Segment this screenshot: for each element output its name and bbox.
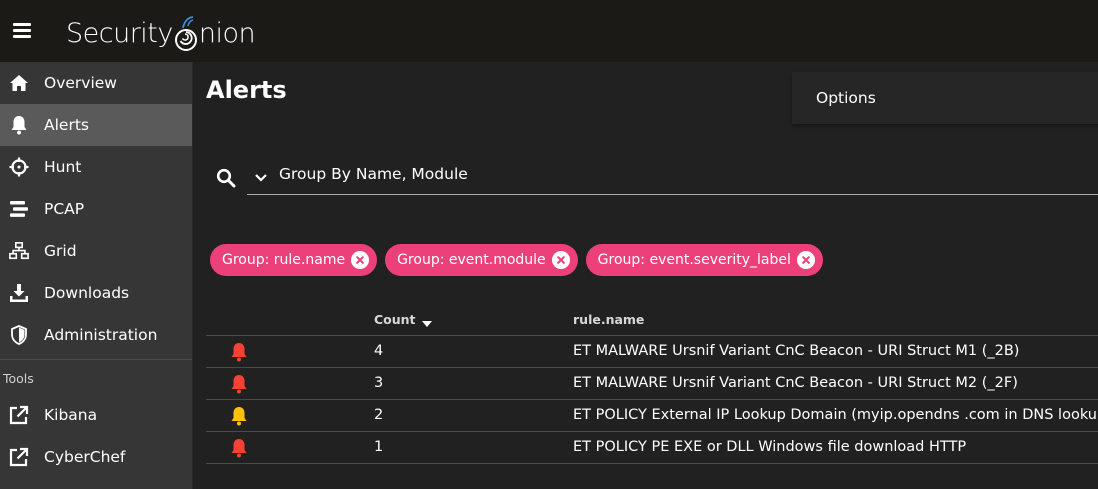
count-cell: 1 xyxy=(374,439,384,455)
chevron-down-icon[interactable] xyxy=(253,169,269,185)
rule-name-cell: ET MALWARE Ursnif Variant CnC Beacon - U… xyxy=(573,375,1018,391)
count-cell: 3 xyxy=(374,375,384,391)
stream-icon xyxy=(9,199,29,219)
page-title: Alerts xyxy=(206,76,287,104)
count-cell: 4 xyxy=(374,343,384,359)
chip-label: Group: event.module xyxy=(397,252,546,268)
count-cell: 2 xyxy=(374,407,384,423)
bell-icon[interactable] xyxy=(230,342,250,362)
home-icon xyxy=(9,73,29,93)
table-row[interactable]: 1 ET POLICY PE EXE or DLL Windows file d… xyxy=(206,432,1098,464)
alerts-table: Count rule.name 4 ET MALWARE Ursnif Vari… xyxy=(206,302,1098,464)
bell-icon xyxy=(9,115,29,135)
sidebar-item-overview[interactable]: Overview xyxy=(0,62,192,104)
sidebar-item-label: Downloads xyxy=(44,284,130,302)
external-link-icon xyxy=(9,405,29,425)
table-row[interactable]: 3 ET MALWARE Ursnif Variant CnC Beacon -… xyxy=(206,368,1098,400)
main-content: Alerts Options Group By Name, Module Gro… xyxy=(194,62,1098,489)
chip-label: Group: event.severity_label xyxy=(597,252,791,268)
security-onion-logo: Security nion xyxy=(66,8,256,54)
sidebar-item-label: Grid xyxy=(44,242,77,260)
sidebar-item-alerts[interactable]: Alerts xyxy=(0,104,192,146)
onion-logo-icon xyxy=(173,14,199,54)
bell-icon[interactable] xyxy=(230,438,250,458)
group-chip-severity-label[interactable]: Group: event.severity_label xyxy=(585,244,823,276)
sidebar-item-label: Hunt xyxy=(44,158,82,176)
bell-icon[interactable] xyxy=(230,406,250,426)
crosshairs-icon xyxy=(9,157,29,177)
download-icon xyxy=(9,283,29,303)
rule-name-cell: ET POLICY External IP Lookup Domain (myi… xyxy=(573,407,1098,423)
chip-label: Group: rule.name xyxy=(222,252,346,268)
rule-name-cell: ET MALWARE Ursnif Variant CnC Beacon - U… xyxy=(573,343,1020,359)
menu-icon[interactable] xyxy=(13,23,31,38)
sidebar-item-label: PCAP xyxy=(44,200,85,218)
group-chip-rule-name[interactable]: Group: rule.name xyxy=(210,244,378,276)
column-header-rule-name[interactable]: rule.name xyxy=(573,312,644,327)
sidebar-item-label: Administration xyxy=(44,326,158,344)
sidebar-item-downloads[interactable]: Downloads xyxy=(0,272,192,314)
sidebar-item-hunt[interactable]: Hunt xyxy=(0,146,192,188)
close-icon[interactable] xyxy=(551,251,570,269)
column-header-count[interactable]: Count xyxy=(374,312,432,327)
close-icon[interactable] xyxy=(351,251,370,269)
sidebar-item-label: Overview xyxy=(44,74,117,92)
group-chip-event-module[interactable]: Group: event.module xyxy=(385,244,578,276)
query-value: Group By Name, Module xyxy=(279,165,468,183)
table-row[interactable]: 4 ET MALWARE Ursnif Variant CnC Beacon -… xyxy=(206,336,1098,368)
options-expander[interactable]: Options xyxy=(792,72,1098,124)
shield-icon xyxy=(9,325,29,345)
group-chips: Group: rule.name Group: event.module Gro… xyxy=(210,244,831,276)
sidebar: Overview Alerts Hunt PCAP Grid Downloads xyxy=(0,62,193,489)
network-icon xyxy=(9,241,29,261)
sidebar-item-label: Kibana xyxy=(44,406,98,424)
search-icon[interactable] xyxy=(216,168,236,188)
table-header: Count rule.name xyxy=(206,302,1098,336)
sidebar-item-label: CyberChef xyxy=(44,448,126,466)
sidebar-item-label: Alerts xyxy=(44,116,89,134)
sidebar-item-cyberchef[interactable]: CyberChef xyxy=(0,436,192,478)
logo-text-security: Security xyxy=(66,18,173,49)
logo-text-nion: nion xyxy=(198,18,256,49)
close-icon[interactable] xyxy=(796,251,815,269)
external-link-icon xyxy=(9,447,29,467)
sort-desc-icon xyxy=(421,321,432,327)
table-row[interactable]: 2 ET POLICY External IP Lookup Domain (m… xyxy=(206,400,1098,432)
app-bar: Security nion xyxy=(0,0,1098,62)
sidebar-item-grid[interactable]: Grid xyxy=(0,230,192,272)
bell-icon[interactable] xyxy=(230,374,250,394)
options-label: Options xyxy=(816,89,876,107)
tools-section-label: Tools xyxy=(3,371,34,386)
query-select[interactable]: Group By Name, Module xyxy=(247,158,1098,195)
rule-name-cell: ET POLICY PE EXE or DLL Windows file dow… xyxy=(573,439,967,455)
query-bar: Group By Name, Module xyxy=(206,158,1098,196)
sidebar-item-kibana[interactable]: Kibana xyxy=(0,394,192,436)
header-label: Count xyxy=(374,312,416,327)
sidebar-item-pcap[interactable]: PCAP xyxy=(0,188,192,230)
sidebar-item-administration[interactable]: Administration xyxy=(0,314,192,356)
